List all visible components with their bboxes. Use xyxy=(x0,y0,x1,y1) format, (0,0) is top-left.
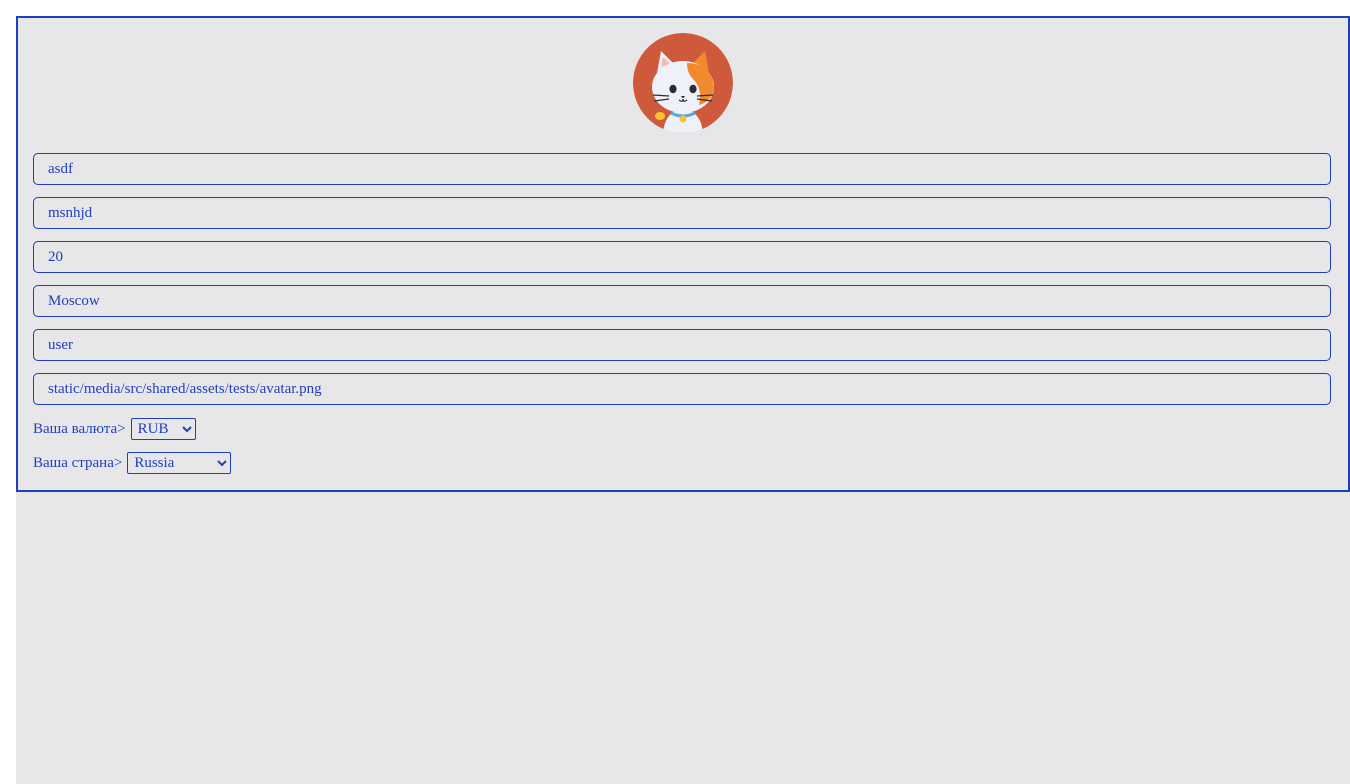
city-field[interactable] xyxy=(33,285,1331,317)
last-name-field[interactable] xyxy=(33,197,1331,229)
cat-avatar-icon xyxy=(633,33,733,133)
currency-label: Ваша валюта> xyxy=(33,420,126,437)
country-select[interactable]: Russia xyxy=(127,452,232,474)
currency-row: Ваша валюта> RUB xyxy=(33,417,196,441)
country-label: Ваша страна> xyxy=(33,454,123,471)
age-field[interactable] xyxy=(33,241,1331,273)
country-row: Ваша страна> Russia xyxy=(33,451,232,475)
first-name-field[interactable] xyxy=(33,153,1331,185)
avatar xyxy=(633,33,733,133)
profile-card: Ваша валюта> RUB Ваша страна> Russia xyxy=(16,16,1350,492)
username-field[interactable] xyxy=(33,329,1331,361)
currency-select[interactable]: RUB xyxy=(130,418,196,440)
avatar-url-field[interactable] xyxy=(33,373,1331,405)
